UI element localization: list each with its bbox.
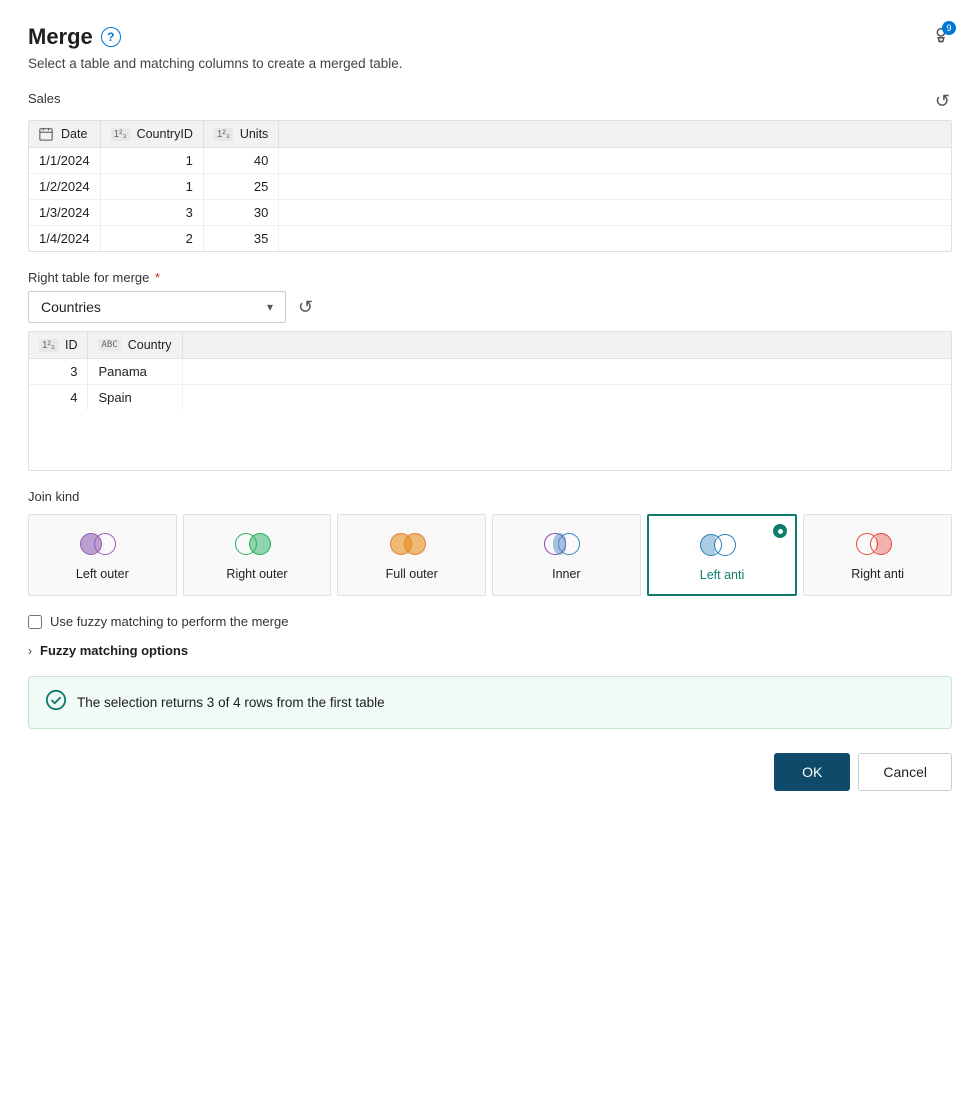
table-row: 1/3/2024 3 30	[29, 200, 951, 226]
sales-col-empty	[279, 121, 951, 148]
sales-table-wrapper: Date 1²₃ CountryID 1²₃ Units	[28, 120, 952, 252]
info-banner: The selection returns 3 of 4 rows from t…	[28, 676, 952, 729]
sales-col-countryid[interactable]: 1²₃ CountryID	[100, 121, 203, 148]
countries-col-id[interactable]: 1²₃ ID	[29, 332, 88, 359]
help-icon[interactable]: ?	[101, 27, 121, 47]
join-card-inner[interactable]: Inner	[492, 514, 641, 596]
join-card-left-anti-label: Left anti	[700, 568, 744, 582]
join-kind-section: Join kind Left outer Right outer Full ou	[28, 489, 952, 596]
inner-venn-icon	[544, 529, 588, 559]
sales-table: Date 1²₃ CountryID 1²₃ Units	[29, 121, 951, 251]
fuzzy-options-label: Fuzzy matching options	[40, 643, 188, 658]
join-card-full-outer-label: Full outer	[386, 567, 438, 581]
right-table-refresh-button[interactable]: ↺	[296, 295, 315, 320]
full-outer-venn-icon	[390, 529, 434, 559]
chevron-down-icon: ▾	[267, 300, 273, 314]
table-row: 4 Spain	[29, 385, 951, 411]
page-title: Merge	[28, 24, 93, 50]
table-row: 1/2/2024 1 25	[29, 174, 951, 200]
join-card-right-anti[interactable]: Right anti	[803, 514, 952, 596]
sales-col-date[interactable]: Date	[29, 121, 100, 148]
table-row: 3 Panama	[29, 359, 951, 385]
sales-refresh-button[interactable]: ↺	[933, 89, 952, 114]
fuzzy-matching-row[interactable]: Use fuzzy matching to perform the merge	[28, 614, 952, 629]
cancel-button[interactable]: Cancel	[858, 753, 952, 791]
countries-col-country[interactable]: ABC Country	[88, 332, 182, 359]
join-card-right-outer-label: Right outer	[226, 567, 287, 581]
join-card-right-outer[interactable]: Right outer	[183, 514, 332, 596]
check-circle-icon	[45, 689, 67, 716]
right-table-selected: Countries	[41, 299, 101, 315]
table-row: 1/1/2024 1 40	[29, 148, 951, 174]
fuzzy-matching-label: Use fuzzy matching to perform the merge	[50, 614, 288, 629]
table-row: 1/4/2024 2 35	[29, 226, 951, 252]
ok-button[interactable]: OK	[774, 753, 850, 791]
join-card-right-anti-label: Right anti	[851, 567, 904, 581]
footer-buttons: OK Cancel	[28, 753, 952, 791]
info-text: The selection returns 3 of 4 rows from t…	[77, 695, 385, 710]
sales-table-label: Sales	[28, 91, 61, 106]
join-card-inner-label: Inner	[552, 567, 581, 581]
required-star: *	[151, 270, 160, 285]
countries-table: 1²₃ ID ABC Country 3 Panama	[29, 332, 951, 410]
right-anti-venn-icon	[856, 529, 900, 559]
countries-col-empty	[182, 332, 951, 359]
right-table-dropdown[interactable]: Countries ▾	[28, 291, 286, 323]
chevron-right-icon: ›	[28, 644, 32, 658]
left-anti-venn-icon	[700, 530, 744, 560]
fuzzy-matching-checkbox[interactable]	[28, 615, 42, 629]
sales-col-units[interactable]: 1²₃ Units	[203, 121, 278, 148]
right-outer-venn-icon	[235, 529, 279, 559]
join-card-left-outer-label: Left outer	[76, 567, 129, 581]
join-card-left-outer[interactable]: Left outer	[28, 514, 177, 596]
join-card-full-outer[interactable]: Full outer	[337, 514, 486, 596]
left-outer-venn-icon	[80, 529, 124, 559]
join-kind-label: Join kind	[28, 489, 952, 504]
join-kind-cards: Left outer Right outer Full outer	[28, 514, 952, 596]
subtitle: Select a table and matching columns to c…	[28, 56, 952, 71]
right-table-label: Right table for merge *	[28, 270, 952, 285]
join-card-left-anti[interactable]: Left anti	[647, 514, 798, 596]
countries-table-wrapper: 1²₃ ID ABC Country 3 Panama	[28, 331, 952, 471]
lightbulb-badge: 9	[942, 21, 956, 35]
selected-indicator	[773, 524, 787, 538]
lightbulb-icon[interactable]: 9	[930, 25, 952, 50]
fuzzy-options-row[interactable]: › Fuzzy matching options	[28, 643, 952, 658]
